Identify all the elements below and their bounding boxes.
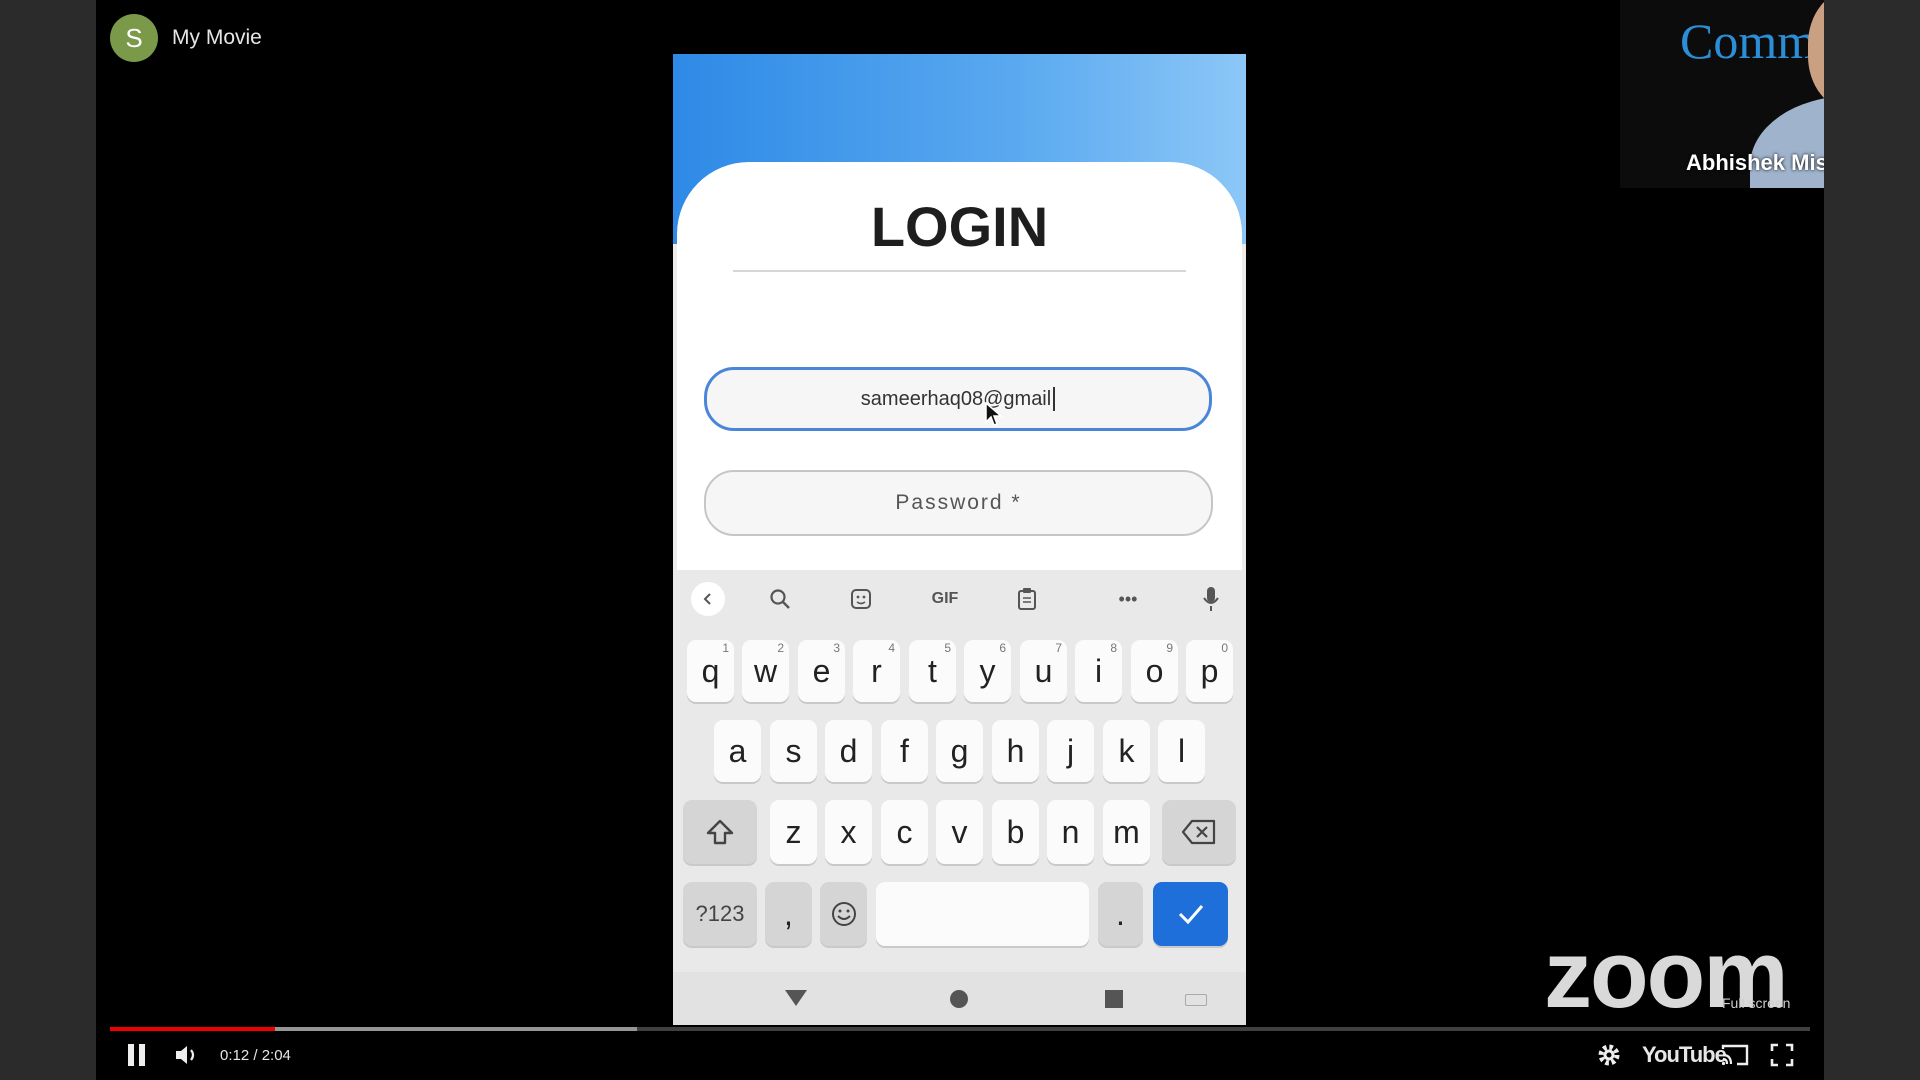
chevron-left-icon[interactable] <box>691 582 725 616</box>
progress-bar[interactable] <box>110 1027 1810 1031</box>
key-c[interactable]: c <box>881 800 928 864</box>
key-q[interactable]: q1 <box>687 640 734 702</box>
background-logo: Commodity <box>1680 13 1824 69</box>
login-title: LOGIN <box>870 195 1049 258</box>
key-w[interactable]: w2 <box>742 640 789 702</box>
fullscreen-tooltip: Full screen <box>1722 995 1791 1011</box>
key-k[interactable]: k <box>1103 720 1150 782</box>
video-frame[interactable]: S My Movie LOGIN sameerhaq08@gmail Passw… <box>96 0 1824 1080</box>
backspace-icon <box>1181 819 1216 845</box>
microphone-icon[interactable] <box>1194 582 1228 616</box>
key-d[interactable]: d <box>825 720 872 782</box>
password-placeholder: Password * <box>895 491 1022 514</box>
time-display: 0:12 / 2:04 <box>220 1046 291 1064</box>
email-value: sameerhaq08@gmail <box>860 387 1052 410</box>
participant-name: Abhishek Mish... <box>1686 150 1824 175</box>
sticker-icon[interactable] <box>844 582 878 616</box>
settings-icon[interactable] <box>1596 1040 1626 1070</box>
check-icon <box>1178 905 1203 925</box>
volume-icon[interactable] <box>174 1040 202 1070</box>
key-g[interactable]: g <box>936 720 983 782</box>
key-p[interactable]: p0 <box>1186 640 1233 702</box>
comma-key[interactable]: , <box>765 882 812 946</box>
key-l[interactable]: l <box>1158 720 1205 782</box>
nav-back-icon[interactable] <box>785 990 807 1006</box>
period-key[interactable]: . <box>1098 882 1143 946</box>
symbols-key[interactable]: ?123 <box>683 882 757 946</box>
key-v[interactable]: v <box>936 800 983 864</box>
cast-icon[interactable] <box>1720 1040 1754 1070</box>
key-x[interactable]: x <box>825 800 872 864</box>
mouse-cursor-icon <box>985 402 1003 426</box>
backspace-key[interactable] <box>1162 800 1236 864</box>
onscreen-keyboard: GIF ••• q1 w2 e3 r4 t5 y6 u7 i8 o9 p0 a <box>673 570 1246 1025</box>
key-r[interactable]: r4 <box>853 640 900 702</box>
email-field[interactable]: sameerhaq08@gmail <box>704 367 1212 431</box>
key-m[interactable]: m <box>1103 800 1150 864</box>
password-field[interactable]: Password * <box>704 470 1213 536</box>
key-u[interactable]: u7 <box>1020 640 1067 702</box>
key-j[interactable]: j <box>1047 720 1094 782</box>
pause-icon[interactable] <box>128 1040 150 1070</box>
text-caret <box>1053 387 1056 411</box>
key-y[interactable]: y6 <box>964 640 1011 702</box>
channel-header: S My Movie <box>110 14 262 62</box>
participant-video: Commodity Abhishek Mish... <box>1620 0 1824 188</box>
emoji-icon <box>831 902 856 926</box>
search-icon[interactable] <box>763 582 797 616</box>
key-b[interactable]: b <box>992 800 1039 864</box>
key-h[interactable]: h <box>992 720 1039 782</box>
key-e[interactable]: e3 <box>798 640 845 702</box>
progress-played <box>110 1027 275 1031</box>
key-t[interactable]: t5 <box>909 640 956 702</box>
clipboard-icon[interactable] <box>1010 582 1044 616</box>
android-nav-bar <box>673 972 1246 1025</box>
phone-screen: LOGIN sameerhaq08@gmail Password * GIF •… <box>673 54 1246 1025</box>
nav-home-icon[interactable] <box>950 990 968 1008</box>
youtube-logo[interactable]: YouTube <box>1642 1040 1727 1070</box>
gif-button[interactable]: GIF <box>925 582 965 616</box>
emoji-key[interactable] <box>820 882 867 946</box>
key-n[interactable]: n <box>1047 800 1094 864</box>
key-i[interactable]: i8 <box>1075 640 1122 702</box>
key-z[interactable]: z <box>770 800 817 864</box>
shift-icon <box>706 819 734 845</box>
fullscreen-icon[interactable] <box>1770 1040 1798 1070</box>
channel-avatar[interactable]: S <box>110 14 158 62</box>
shift-key[interactable] <box>683 800 757 864</box>
space-key[interactable] <box>876 882 1089 946</box>
key-a[interactable]: a <box>714 720 761 782</box>
video-title[interactable]: My Movie <box>172 26 262 50</box>
nav-recents-icon[interactable] <box>1105 990 1123 1008</box>
key-f[interactable]: f <box>881 720 928 782</box>
key-o[interactable]: o9 <box>1131 640 1178 702</box>
zoom-watermark: zoom <box>1544 921 1789 1028</box>
key-s[interactable]: s <box>770 720 817 782</box>
enter-key[interactable] <box>1153 882 1228 946</box>
title-divider <box>733 270 1186 272</box>
keyboard-switch-icon[interactable] <box>1185 994 1207 1006</box>
more-options-icon[interactable]: ••• <box>1108 582 1148 616</box>
keyboard-toolbar: GIF ••• <box>673 570 1246 626</box>
